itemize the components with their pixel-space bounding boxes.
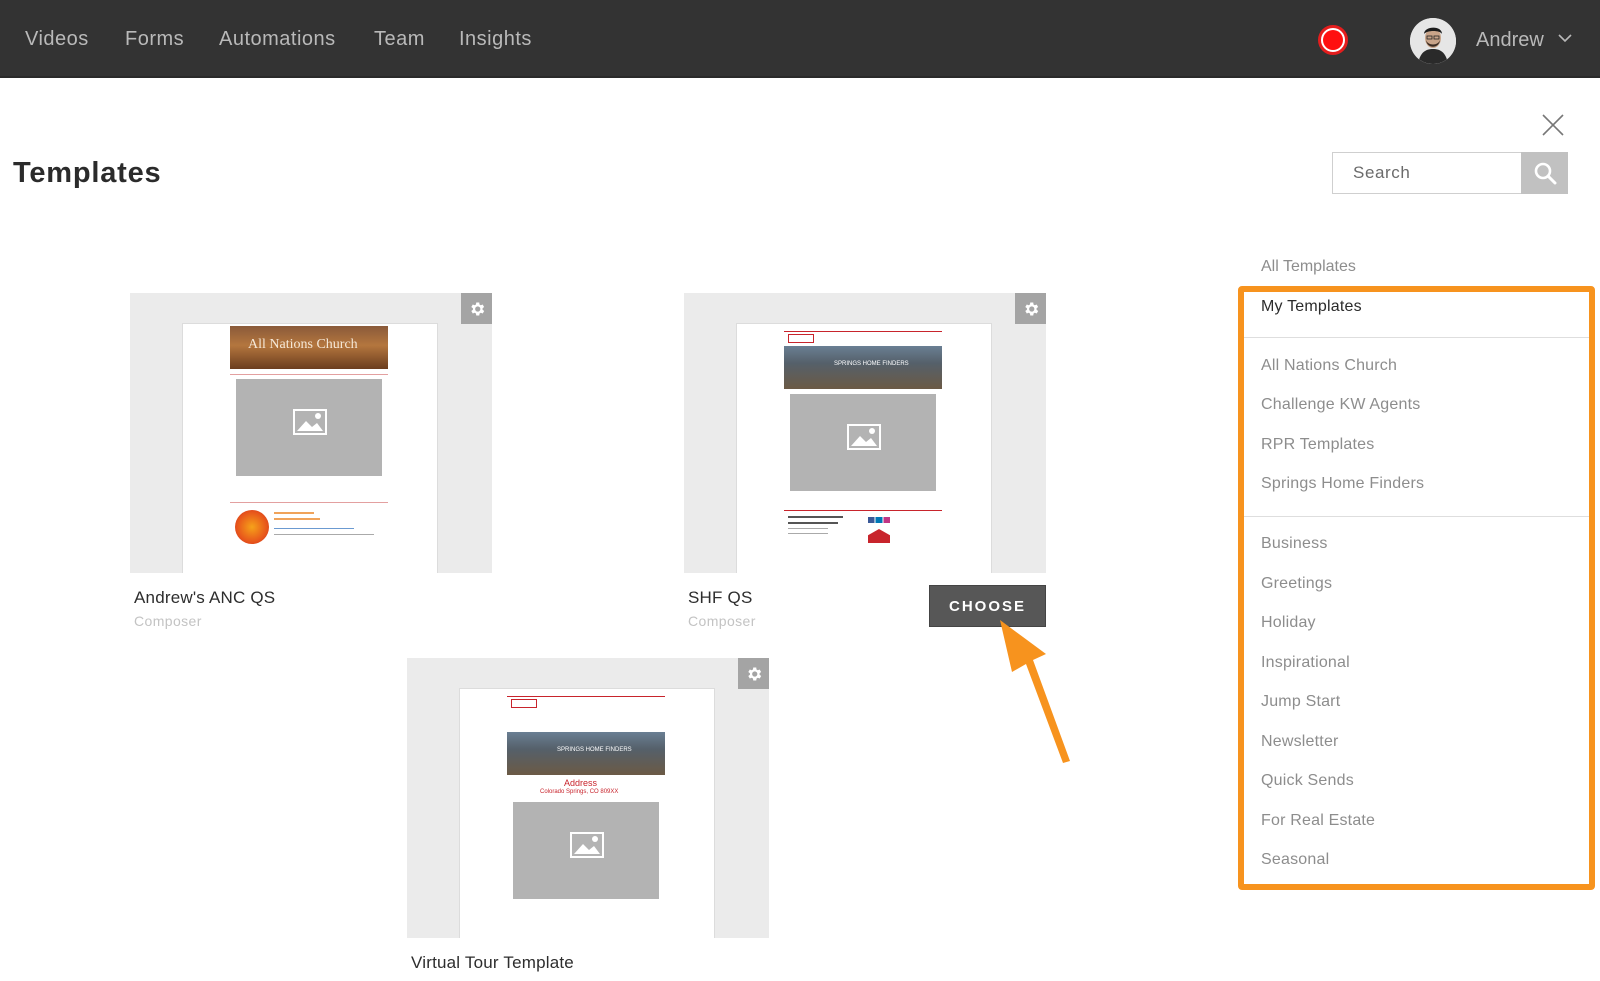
template-name: SHF QS [688, 588, 753, 607]
logo [868, 529, 890, 543]
gear-icon [747, 667, 761, 680]
text-line [274, 512, 314, 514]
nav-forms[interactable]: Forms [125, 28, 184, 51]
chevron-down-icon[interactable] [1558, 33, 1572, 43]
text-line [788, 522, 838, 524]
social-icons [868, 517, 890, 523]
sidebar-group-challenge-kw[interactable]: Challenge KW Agents [1261, 396, 1420, 414]
search-input[interactable] [1332, 152, 1521, 194]
avatar[interactable] [1410, 18, 1456, 64]
sidebar-cat-jump-start[interactable]: Jump Start [1261, 693, 1340, 711]
template-thumbnail[interactable]: SPRINGS HOME FINDERS Address Colorado Sp… [407, 658, 769, 938]
nav-insights[interactable]: Insights [459, 28, 532, 51]
template-preview: SPRINGS HOME FINDERS Address Colorado Sp… [459, 688, 715, 938]
avatar-image [1410, 18, 1456, 64]
close-icon[interactable] [1541, 113, 1565, 137]
sidebar-cat-newsletter[interactable]: Newsletter [1261, 733, 1339, 751]
divider [230, 502, 388, 503]
image-placeholder [236, 379, 382, 476]
hero-image: SPRINGS HOME FINDERS [784, 346, 942, 389]
settings-button[interactable] [461, 293, 492, 324]
image-placeholder [513, 802, 659, 899]
divider [784, 331, 942, 332]
preview-title: SPRINGS HOME FINDERS [834, 361, 909, 367]
gear-icon [1024, 302, 1038, 315]
image-placeholder [790, 394, 936, 491]
sidebar-group-springs-home-finders[interactable]: Springs Home Finders [1261, 475, 1424, 493]
text-line [274, 518, 320, 520]
sidebar-divider [1244, 337, 1589, 338]
email-preview: SPRINGS HOME FINDERS [784, 324, 944, 573]
sidebar-group-rpr[interactable]: RPR Templates [1261, 436, 1374, 454]
preview-address: Address [564, 778, 598, 788]
nav-team[interactable]: Team [374, 28, 425, 51]
sidebar-cat-greetings[interactable]: Greetings [1261, 575, 1332, 593]
template-name: Virtual Tour Template [411, 953, 574, 972]
sidebar-cat-business[interactable]: Business [1261, 535, 1328, 553]
template-thumbnail[interactable]: All Nations Church [130, 293, 492, 573]
sidebar-cat-inspirational[interactable]: Inspirational [1261, 654, 1350, 672]
logo [511, 699, 537, 708]
text-line [788, 533, 828, 534]
text-line [274, 528, 354, 529]
image-placeholder-icon [293, 409, 327, 435]
template-type: Composer [688, 613, 756, 629]
record-button[interactable] [1318, 25, 1348, 55]
image-placeholder-icon [570, 832, 604, 858]
sidebar-cat-seasonal[interactable]: Seasonal [1261, 851, 1329, 869]
settings-button[interactable] [1015, 293, 1046, 324]
template-type: Composer [134, 613, 202, 629]
logo [788, 334, 814, 343]
nav-automations[interactable]: Automations [219, 28, 336, 51]
settings-button[interactable] [738, 658, 769, 689]
sidebar-cat-quick-sends[interactable]: Quick Sends [1261, 772, 1354, 790]
nav-videos[interactable]: Videos [25, 28, 89, 51]
top-nav: Videos Forms Automations Team Insights A… [0, 0, 1600, 78]
sidebar-divider [1244, 516, 1589, 517]
preview-title: All Nations Church [248, 337, 358, 352]
sidebar-group-all-nations-church[interactable]: All Nations Church [1261, 357, 1397, 375]
image-placeholder-icon [847, 424, 881, 450]
hero-image: SPRINGS HOME FINDERS [507, 732, 665, 775]
divider [507, 696, 665, 697]
email-preview: SPRINGS HOME FINDERS Address Colorado Sp… [507, 689, 667, 938]
divider [230, 374, 388, 375]
preview-title: SPRINGS HOME FINDERS [557, 747, 632, 753]
text-line [274, 534, 374, 535]
search-button[interactable] [1521, 152, 1568, 194]
user-name[interactable]: Andrew [1476, 29, 1544, 52]
logo [235, 510, 269, 544]
gear-icon [470, 302, 484, 315]
email-preview: All Nations Church [230, 324, 390, 573]
template-preview: All Nations Church [182, 323, 438, 573]
template-preview: SPRINGS HOME FINDERS [736, 323, 992, 573]
record-icon [1323, 30, 1343, 50]
text-line [788, 516, 843, 518]
text-line [788, 528, 828, 529]
page-title: Templates [13, 157, 162, 189]
divider [784, 510, 942, 511]
sidebar-cat-holiday[interactable]: Holiday [1261, 614, 1316, 632]
search-bar [1332, 152, 1568, 194]
preview-city: Colorado Springs, CO 809XX [540, 789, 619, 795]
sidebar-cat-real-estate[interactable]: For Real Estate [1261, 812, 1375, 830]
sidebar-all-templates[interactable]: All Templates [1261, 258, 1356, 276]
template-thumbnail[interactable]: SPRINGS HOME FINDERS [684, 293, 1046, 573]
search-icon [1534, 162, 1556, 185]
sidebar-my-templates[interactable]: My Templates [1261, 298, 1362, 316]
arrow-annotation [1000, 620, 1070, 763]
template-name: Andrew's ANC QS [134, 588, 276, 607]
hero-image: All Nations Church [230, 326, 388, 369]
